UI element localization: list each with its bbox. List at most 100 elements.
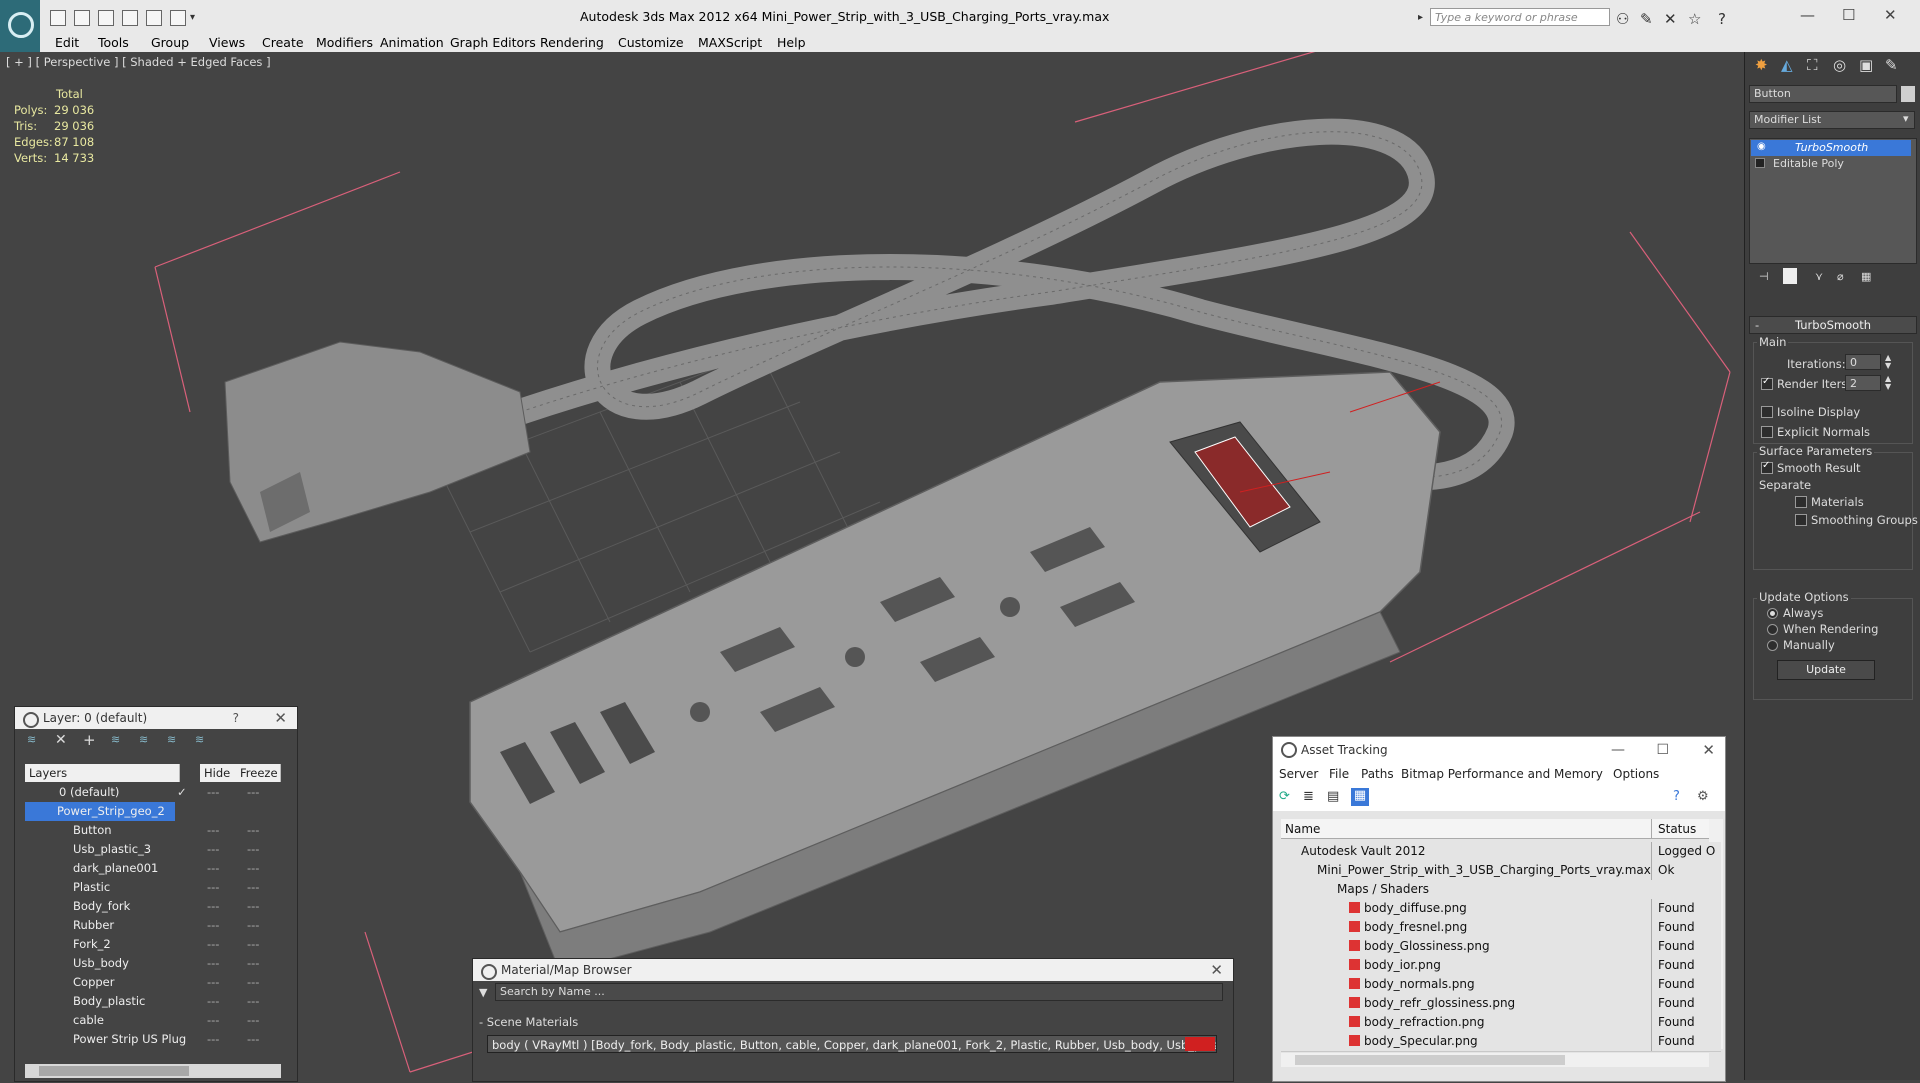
col-status[interactable]: Status (1651, 819, 1709, 839)
undo-icon[interactable] (98, 10, 114, 26)
menu-help[interactable]: Help (777, 35, 806, 50)
menu-graph-editors[interactable]: Graph Editors (450, 35, 536, 50)
asset-row[interactable]: Mini_Power_Strip_with_3_USB_Charging_Por… (1281, 861, 1721, 881)
search-arrow-icon[interactable]: ▸ (1418, 12, 1423, 23)
modifier-list-dropdown[interactable]: Modifier List (1749, 111, 1915, 129)
make-unique-icon[interactable]: ⋎ (1815, 270, 1823, 283)
material-item[interactable]: body ( VRayMtl ) [Body_fork, Body_plasti… (487, 1035, 1217, 1053)
object-row[interactable]: Usb_plastic_3 --- --- (25, 840, 281, 859)
object-row[interactable]: cable --- --- (25, 1011, 281, 1030)
layer-hscrollbar[interactable] (25, 1064, 281, 1078)
menu-paths[interactable]: Paths (1361, 763, 1394, 785)
app-logo[interactable] (0, 0, 40, 52)
remove-modifier-icon[interactable]: ⌀ (1837, 270, 1844, 283)
asset-row[interactable]: body_diffuse.png Found (1281, 899, 1721, 919)
refresh-icon[interactable]: ⟳ (1279, 789, 1290, 804)
asset-row[interactable]: body_ior.png Found (1281, 956, 1721, 976)
create-tab-icon[interactable]: ✸ (1755, 56, 1768, 74)
asset-row[interactable]: Maps / Shaders (1281, 880, 1721, 900)
smoothing-groups-checkbox[interactable] (1795, 514, 1807, 526)
asset-row[interactable]: Autodesk Vault 2012 Logged O (1281, 842, 1721, 862)
redo-icon[interactable] (122, 10, 138, 26)
object-row[interactable]: Plastic --- --- (25, 878, 281, 897)
asset-tracking-title[interactable]: Asset Tracking — ☐ ✕ (1273, 737, 1725, 763)
col-hide[interactable]: Hide (200, 764, 239, 782)
materials-checkbox[interactable] (1795, 496, 1807, 508)
menu-server[interactable]: Server (1279, 763, 1318, 785)
save-icon[interactable] (74, 10, 90, 26)
search-input[interactable]: Type a keyword or phrase (1430, 8, 1610, 26)
object-color-swatch[interactable] (1901, 86, 1915, 102)
menu-create[interactable]: Create (262, 35, 304, 50)
layer-panel-title[interactable]: Layer: 0 (default) ? ✕ (15, 707, 297, 729)
update-button[interactable]: Update (1777, 660, 1875, 680)
search-by-name-input[interactable]: Search by Name ... (495, 983, 1223, 1001)
menu-customize[interactable]: Customize (618, 35, 684, 50)
lightbulb-icon[interactable]: ◉ (1757, 141, 1766, 152)
highlight-layer-icon[interactable]: ≋ (139, 733, 148, 746)
add-to-layer-icon[interactable]: + (83, 731, 96, 749)
object-row[interactable]: Power Strip US Plug --- --- (25, 1030, 281, 1049)
help-icon[interactable]: ? (1718, 10, 1726, 28)
object-row[interactable]: Body_plastic --- --- (25, 992, 281, 1011)
favorites-icon[interactable]: ☆ (1688, 10, 1701, 28)
fetch-icon[interactable] (170, 10, 186, 26)
configure-sets-icon[interactable]: ▦ (1861, 270, 1871, 283)
object-row[interactable]: Rubber --- --- (25, 916, 281, 935)
asset-row[interactable]: body_Specular.png Found (1281, 1032, 1721, 1052)
current-layer-check-icon[interactable]: ✓ (177, 783, 187, 802)
menu-options[interactable]: Options (1613, 763, 1659, 785)
table-icon[interactable]: ▤ (1327, 789, 1339, 804)
menu-group[interactable]: Group (151, 35, 189, 50)
hide-all-icon[interactable]: ≋ (167, 733, 176, 746)
stack-item-editable-poly[interactable]: Editable Poly (1751, 156, 1911, 172)
pin-stack-icon[interactable]: ⊣ (1759, 270, 1769, 283)
new-layer-icon[interactable]: ≋ (27, 733, 36, 746)
viewport-label[interactable]: [ + ] [ Perspective ] [ Shaded + Edged F… (6, 55, 271, 69)
menu-animation[interactable]: Animation (380, 35, 444, 50)
menu-file[interactable]: File (1329, 763, 1349, 785)
manually-radio[interactable] (1767, 640, 1778, 651)
binoculars-icon[interactable]: ⚇ (1616, 10, 1629, 28)
render-iters-spinner[interactable]: 2 (1845, 375, 1881, 391)
minimize-icon[interactable]: — (1800, 6, 1815, 24)
open-icon[interactable] (50, 10, 66, 26)
menu-views[interactable]: Views (209, 35, 245, 50)
hierarchy-tab-icon[interactable]: ⛶ (1807, 56, 1818, 74)
modify-tab-icon[interactable]: ◭ (1781, 56, 1793, 74)
object-row[interactable]: dark_plane001 --- --- (25, 859, 281, 878)
help-icon[interactable]: ? (1673, 789, 1680, 804)
rollout-header-turbosmooth[interactable]: TurboSmooth (1749, 316, 1917, 334)
list-icon[interactable]: ≣ (1303, 789, 1314, 804)
utilities-tab-icon[interactable]: ✎ (1885, 56, 1898, 74)
scene-materials-section[interactable]: - Scene Materials (479, 1015, 578, 1029)
render-iters-checkbox[interactable] (1761, 376, 1773, 390)
menu-rendering[interactable]: Rendering (540, 35, 604, 50)
maximize-icon[interactable]: ☐ (1842, 6, 1855, 24)
asset-row[interactable]: body_refr_glossiness.png Found (1281, 994, 1721, 1014)
stack-item-turbosmooth[interactable]: TurboSmooth (1751, 140, 1911, 156)
menu-tools[interactable]: Tools (98, 35, 129, 50)
close-icon[interactable]: ✕ (1884, 6, 1897, 24)
object-name-field[interactable]: Button (1749, 85, 1897, 103)
object-row[interactable]: Copper --- --- (25, 973, 281, 992)
col-layers[interactable]: Layers (25, 764, 180, 782)
menu-bitmap-performance[interactable]: Bitmap Performance and Memory (1401, 763, 1603, 785)
motion-tab-icon[interactable]: ◎ (1833, 56, 1846, 74)
select-objects-icon[interactable]: ≋ (111, 733, 120, 746)
maximize-icon[interactable]: ☐ (1656, 737, 1669, 763)
material-browser-title[interactable]: Material/Map Browser ✕ (473, 959, 1233, 981)
chevron-down-icon[interactable]: ▾ (1903, 112, 1909, 125)
layer-row-selected[interactable]: Power_Strip_geo_2 (25, 802, 175, 821)
close-icon[interactable]: ✕ (1210, 959, 1223, 981)
asset-row[interactable]: body_fresnel.png Found (1281, 918, 1721, 938)
delete-layer-icon[interactable]: ✕ (55, 732, 67, 748)
menu-modifiers[interactable]: Modifiers (316, 35, 373, 50)
menu-maxscript[interactable]: MAXScript (698, 35, 762, 50)
object-row[interactable]: Fork_2 --- --- (25, 935, 281, 954)
explicit-normals-checkbox[interactable] (1761, 426, 1773, 438)
grid-view-icon[interactable]: ▦ (1351, 788, 1369, 806)
display-tab-icon[interactable]: ▣ (1859, 56, 1873, 74)
asset-hscrollbar[interactable] (1281, 1053, 1709, 1067)
spinner-arrows-icon[interactable]: ▲ ▼ (1885, 354, 1891, 370)
